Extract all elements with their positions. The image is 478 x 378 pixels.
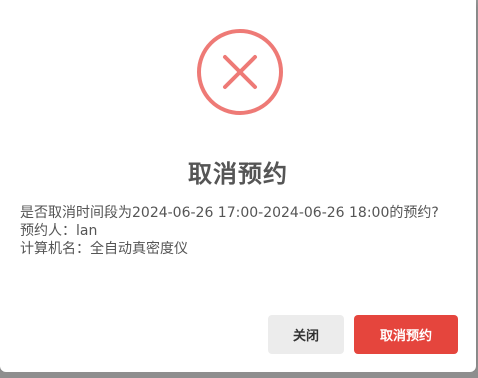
close-button[interactable]: 关闭 <box>268 315 344 354</box>
computer-name-text: 计算机名：全自动真密度仪 <box>20 241 188 257</box>
error-x-circle-icon <box>196 28 284 116</box>
cancel-reservation-dialog: 取消预约 是否取消时间段为2024-06-26 17:00-2024-06-26… <box>0 0 476 372</box>
cancel-timeslot-message: 是否取消时间段为2024-06-26 17:00-2024-06-26 18:0… <box>20 205 439 221</box>
dialog-title: 取消预约 <box>188 160 288 188</box>
backdrop-bottom-strip <box>0 372 478 378</box>
cancel-reservation-button[interactable]: 取消预约 <box>354 315 458 354</box>
dialog-message: 是否取消时间段为2024-06-26 17:00-2024-06-26 18:0… <box>20 204 450 258</box>
reserver-text: 预约人：lan <box>20 223 98 239</box>
